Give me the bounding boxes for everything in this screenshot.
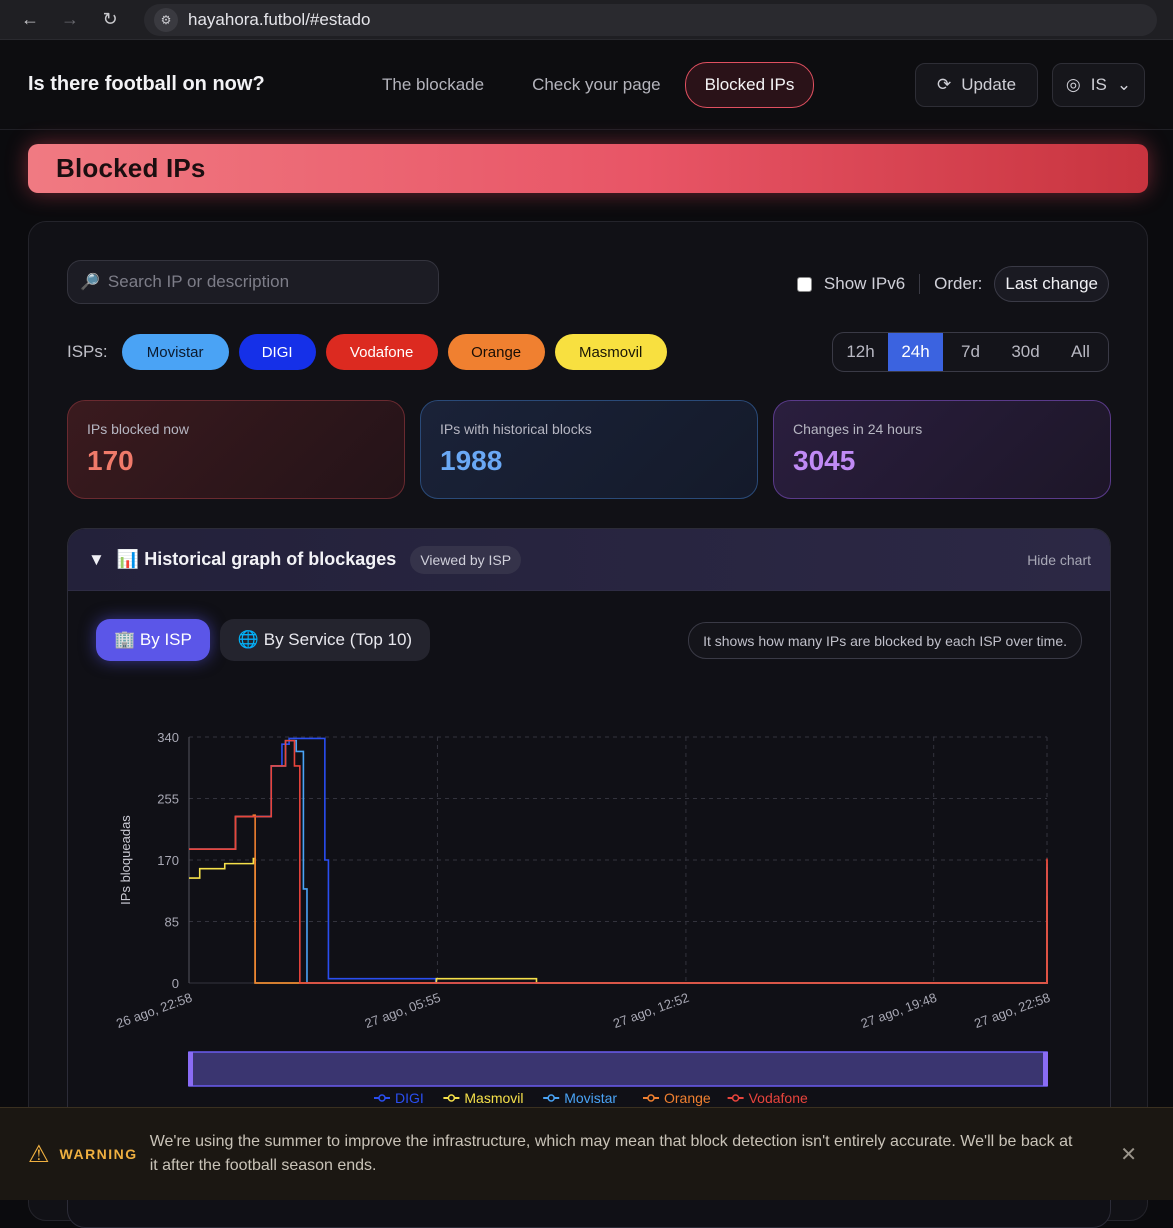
x-tick-label: 26 ago, 22:58 <box>114 990 194 1031</box>
legend-marker <box>447 1094 456 1102</box>
stat-changes: Changes in 24 hours 3045 <box>773 400 1111 499</box>
language-select[interactable]: ◎ IS ⌄ <box>1052 62 1145 107</box>
collapse-toggle-icon[interactable]: ▼ <box>88 550 105 570</box>
stat-value: 3045 <box>793 445 856 476</box>
blocked-ips-panel: 🔎 Show IPv6 Order: Last change ISPs: Mov… <box>28 221 1148 1228</box>
warning-bar: ⚠ WARNING We're using the summer to impr… <box>0 1107 1173 1200</box>
page-title: Blocked IPs <box>56 153 206 183</box>
list-controls: Show IPv6 Order: Last change <box>796 266 1109 302</box>
series-line-vodafone <box>189 739 1048 984</box>
isp-chip-digi[interactable]: DIGI <box>238 334 316 370</box>
refresh-icon: ⟳ <box>936 74 952 94</box>
search-icon: 🔎 <box>80 274 100 291</box>
stat-label: IPs with historical blocks <box>440 421 592 437</box>
legend-marker <box>647 1094 655 1102</box>
back-icon[interactable]: ← <box>16 6 44 34</box>
zoom-handle-left <box>188 1052 193 1086</box>
isp-chip-orange[interactable]: Orange <box>447 334 545 370</box>
range-12h[interactable]: 12h <box>833 333 888 371</box>
address-bar[interactable]: ⚙ hayahora.futbol/#estado <box>144 3 1157 36</box>
chart-view-badge: Viewed by ISP <box>410 545 522 574</box>
y-tick-label: 255 <box>157 792 179 807</box>
site-title[interactable]: Is there football on now? <box>28 73 358 96</box>
order-select[interactable]: Last change <box>994 266 1109 302</box>
divider <box>919 274 921 294</box>
stat-label: IPs blocked now <box>87 421 189 437</box>
legend-label: Masmovil <box>464 1090 523 1106</box>
reload-icon[interactable]: ↻ <box>96 6 124 34</box>
legend-marker <box>378 1094 386 1102</box>
update-button[interactable]: ⟳ Update <box>915 62 1038 107</box>
warning-text: We're using the summer to improve the in… <box>149 1133 1073 1174</box>
stat-historical: IPs with historical blocks 1988 <box>420 400 758 499</box>
x-tick-label: 27 ago, 22:58 <box>972 990 1052 1031</box>
url-text: hayahora.futbol/#estado <box>188 9 371 29</box>
nav-the-blockade[interactable]: The blockade <box>358 63 508 107</box>
range-all[interactable]: All <box>1053 333 1108 371</box>
range-30d[interactable]: 30d <box>998 333 1053 371</box>
search-input[interactable] <box>107 272 428 292</box>
order-label: Order: <box>934 274 983 293</box>
x-tick-label: 27 ago, 05:55 <box>363 990 443 1031</box>
legend-label: DIGI <box>395 1090 424 1106</box>
stat-value: 170 <box>87 445 134 476</box>
y-tick-label: 85 <box>165 915 179 930</box>
legend-marker <box>731 1094 740 1102</box>
browser-toolbar: ← → ↻ ⚙ hayahora.futbol/#estado <box>0 0 1173 40</box>
chart-title: 📊 Historical graph of blockages <box>116 549 397 569</box>
isp-chip-vodafone[interactable]: Vodafone <box>325 334 438 370</box>
update-label: Update <box>961 74 1017 94</box>
zoom-range-slider <box>188 1051 1048 1087</box>
zoom-handle-right <box>1043 1052 1048 1086</box>
stat-label: Changes in 24 hours <box>793 421 923 437</box>
range-7d[interactable]: 7d <box>943 333 998 371</box>
close-icon[interactable]: ✕ <box>1120 1142 1137 1167</box>
y-tick-label: 170 <box>157 853 179 868</box>
series-line-orange <box>189 814 1048 984</box>
warning-icon: ⚠ <box>28 1140 50 1168</box>
nav-check-your-page[interactable]: Check your page <box>508 63 685 107</box>
x-tick-label: 27 ago, 19:48 <box>859 990 939 1031</box>
chart-hint: It shows how many IPs are blocked by eac… <box>688 622 1082 659</box>
x-tick-label: 27 ago, 12:52 <box>611 990 691 1031</box>
site-settings-icon[interactable]: ⚙ <box>154 7 178 32</box>
tab-by-isp[interactable]: 🏢 By ISP <box>96 619 210 661</box>
search-box[interactable]: 🔎 <box>67 260 439 304</box>
series-line-masmovil <box>189 857 1048 984</box>
isp-chip-masmovil[interactable]: Masmovil <box>554 334 667 370</box>
warning-label: WARNING <box>59 1146 138 1162</box>
page-banner: Blocked IPs <box>28 144 1148 193</box>
site-header: Is there football on now? The blockade C… <box>0 40 1173 130</box>
chart-header[interactable]: ▼ 📊 Historical graph of blockages Viewed… <box>68 529 1110 591</box>
hide-chart-button[interactable]: Hide chart <box>1027 552 1091 568</box>
y-tick-label: 340 <box>157 730 179 745</box>
series-line-digi <box>189 737 1048 984</box>
forward-icon[interactable]: → <box>56 6 84 34</box>
y-axis-label: IPs bloqueadas <box>118 815 133 905</box>
chevron-down-icon: ⌄ <box>1116 74 1132 94</box>
tab-by-service[interactable]: 🌐 By Service (Top 10) <box>219 619 431 661</box>
isps-label: ISPs: <box>67 342 108 361</box>
show-ipv6-checkbox[interactable] <box>796 276 812 292</box>
main-nav: The blockade Check your page Blocked IPs <box>358 61 815 108</box>
y-tick-label: 0 <box>172 976 179 991</box>
isp-filter: ISPs: Movistar DIGI Vodafone Orange Masm… <box>67 334 667 370</box>
time-range-selector: 12h 24h 7d 30d All <box>832 332 1109 372</box>
series-line-movistar <box>189 739 1048 984</box>
language-label: IS <box>1090 74 1107 94</box>
show-ipv6-label[interactable]: Show IPv6 <box>824 274 905 294</box>
legend-label: Movistar <box>564 1090 617 1106</box>
stat-blocked-now: IPs blocked now 170 <box>67 400 405 499</box>
legend-marker <box>547 1094 555 1102</box>
nav-blocked-ips[interactable]: Blocked IPs <box>684 61 815 108</box>
legend-label: Vodafone <box>749 1090 808 1106</box>
legend-label: Orange <box>664 1090 711 1106</box>
chart-tabs: 🏢 By ISP 🌐 By Service (Top 10) <box>96 619 431 661</box>
stat-value: 1988 <box>440 445 503 476</box>
range-24h[interactable]: 24h <box>888 333 943 371</box>
globe-icon: ◎ <box>1065 74 1081 94</box>
isp-chip-movistar[interactable]: Movistar <box>121 334 229 370</box>
